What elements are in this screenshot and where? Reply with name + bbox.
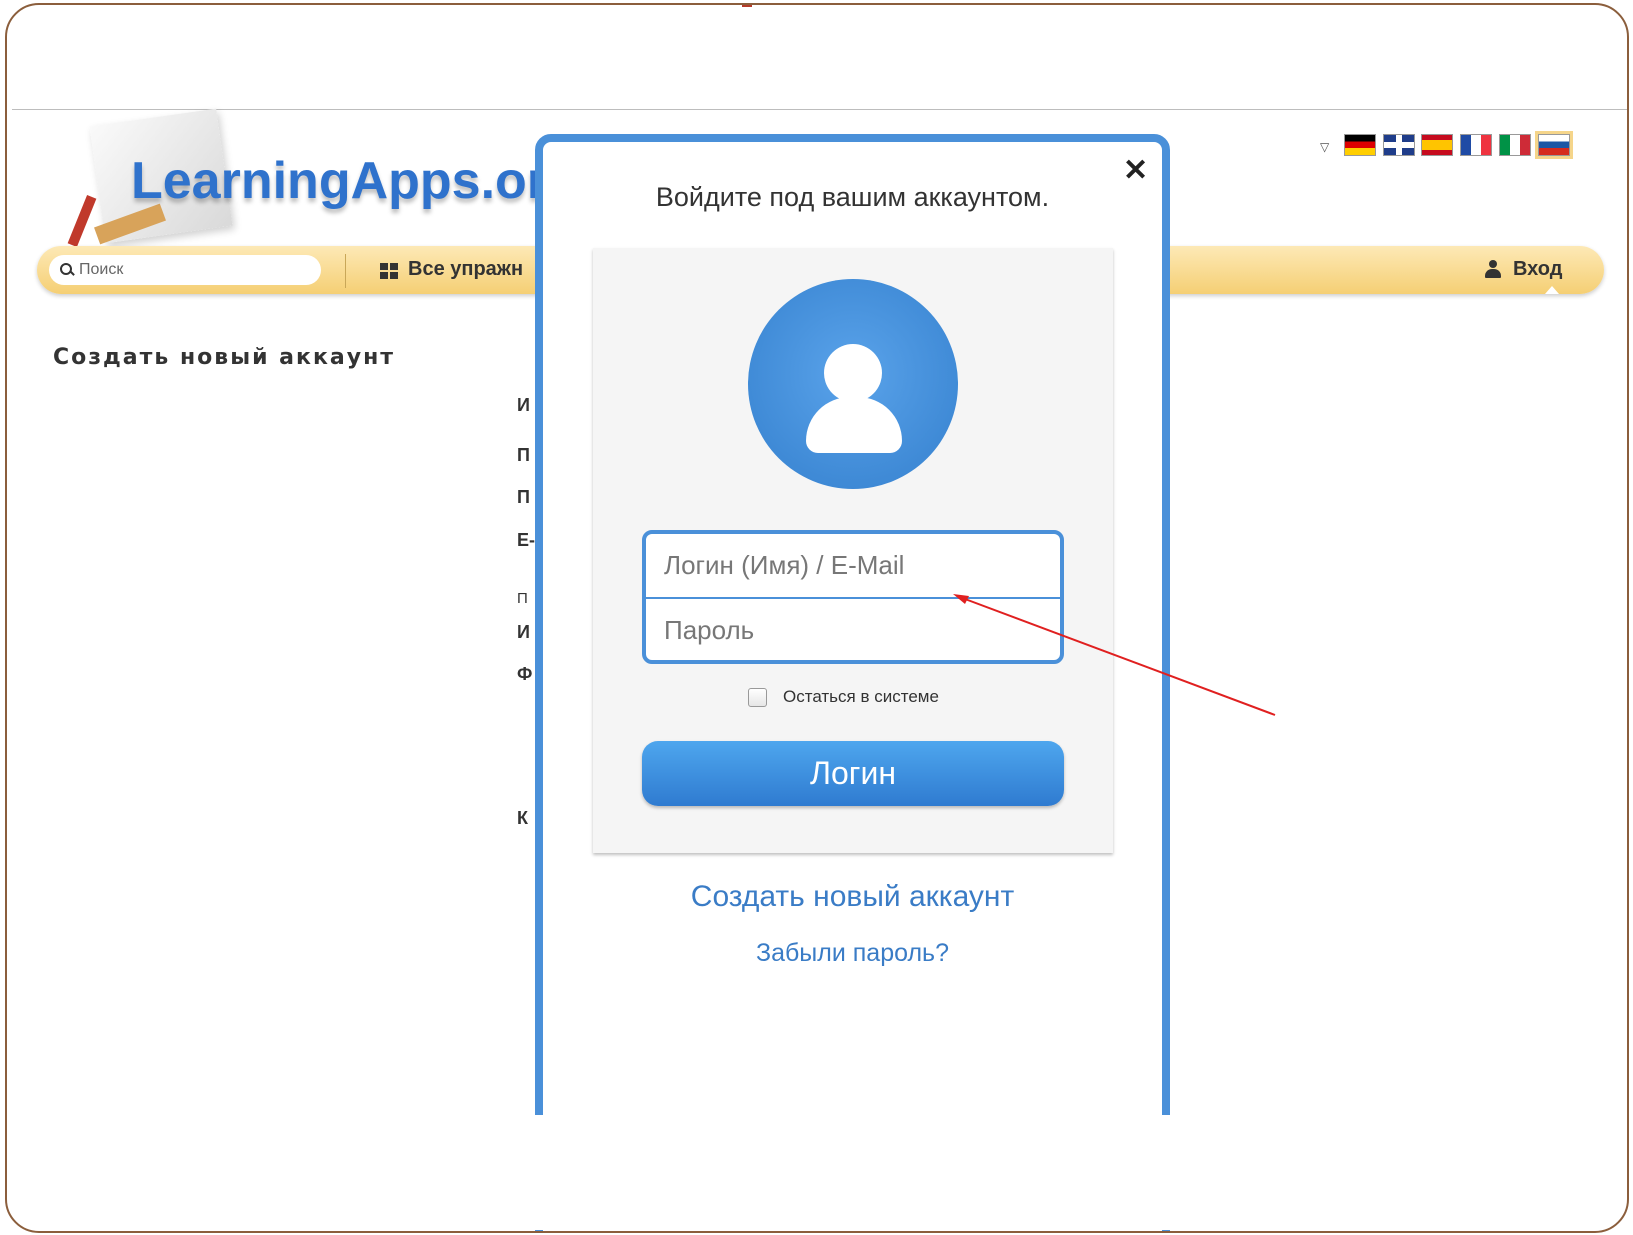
top-marker — [742, 5, 752, 7]
forgot-password-link[interactable]: Забыли пароль? — [543, 939, 1162, 968]
language-dropdown-icon[interactable]: ▽ — [1320, 140, 1329, 154]
login-panel: Остаться в системе Логин — [593, 248, 1113, 853]
flag-de-icon[interactable] — [1344, 134, 1376, 156]
username-field[interactable] — [646, 534, 1060, 597]
password-field[interactable] — [646, 599, 1060, 660]
login-caret-icon — [1545, 286, 1559, 294]
remember-me-label[interactable]: Остаться в системе — [783, 687, 939, 707]
form-label-cut: Е- — [517, 530, 535, 550]
slide-frame: LearningApps.org ▽ Поиск Все упражн Вход… — [5, 3, 1629, 1233]
remember-me-checkbox[interactable] — [748, 687, 767, 707]
page-title: Создать новый аккаунт — [53, 345, 396, 370]
flag-ru-icon[interactable] — [1535, 131, 1573, 159]
form-label-cut: П — [517, 590, 528, 607]
form-label-cut: П — [517, 487, 530, 507]
create-account-link[interactable]: Создать новый аккаунт — [543, 880, 1162, 914]
login-button[interactable]: Логин — [642, 741, 1064, 806]
search-input[interactable]: Поиск — [49, 255, 321, 285]
flag-it-icon[interactable] — [1499, 134, 1531, 156]
logo-text: LearningApps.org — [131, 152, 579, 210]
search-placeholder: Поиск — [79, 261, 124, 278]
flag-fr-icon[interactable] — [1460, 134, 1492, 156]
form-label-cut: Ф — [517, 664, 533, 684]
form-label-cut: К — [517, 808, 528, 828]
user-icon[interactable] — [1485, 260, 1501, 278]
remember-me-row[interactable]: Остаться в системе — [748, 687, 939, 707]
avatar — [748, 279, 958, 489]
nav-divider — [345, 254, 346, 288]
form-label-cut: И — [517, 622, 530, 642]
modal-title: Войдите под вашим аккаунтом. — [655, 182, 1050, 212]
search-icon — [59, 262, 75, 278]
nav-all-exercises[interactable]: Все упражн — [408, 258, 523, 281]
header-divider — [12, 109, 1627, 110]
grid-icon[interactable] — [380, 263, 398, 279]
avatar-head-icon — [824, 344, 882, 402]
flag-es-icon[interactable] — [1421, 134, 1453, 156]
logo-pencil-icon — [67, 195, 97, 247]
avatar-body-icon — [806, 397, 902, 453]
form-label-cut: П — [517, 445, 530, 465]
slide-bottom-area — [517, 1115, 1197, 1230]
flag-en-icon[interactable] — [1383, 134, 1415, 156]
nav-login-link[interactable]: Вход — [1513, 258, 1562, 281]
form-label-cut: И — [517, 395, 530, 415]
credentials-group — [642, 530, 1064, 664]
login-modal: ✕ Войдите под вашим аккаунтом. Остаться … — [535, 134, 1170, 1231]
